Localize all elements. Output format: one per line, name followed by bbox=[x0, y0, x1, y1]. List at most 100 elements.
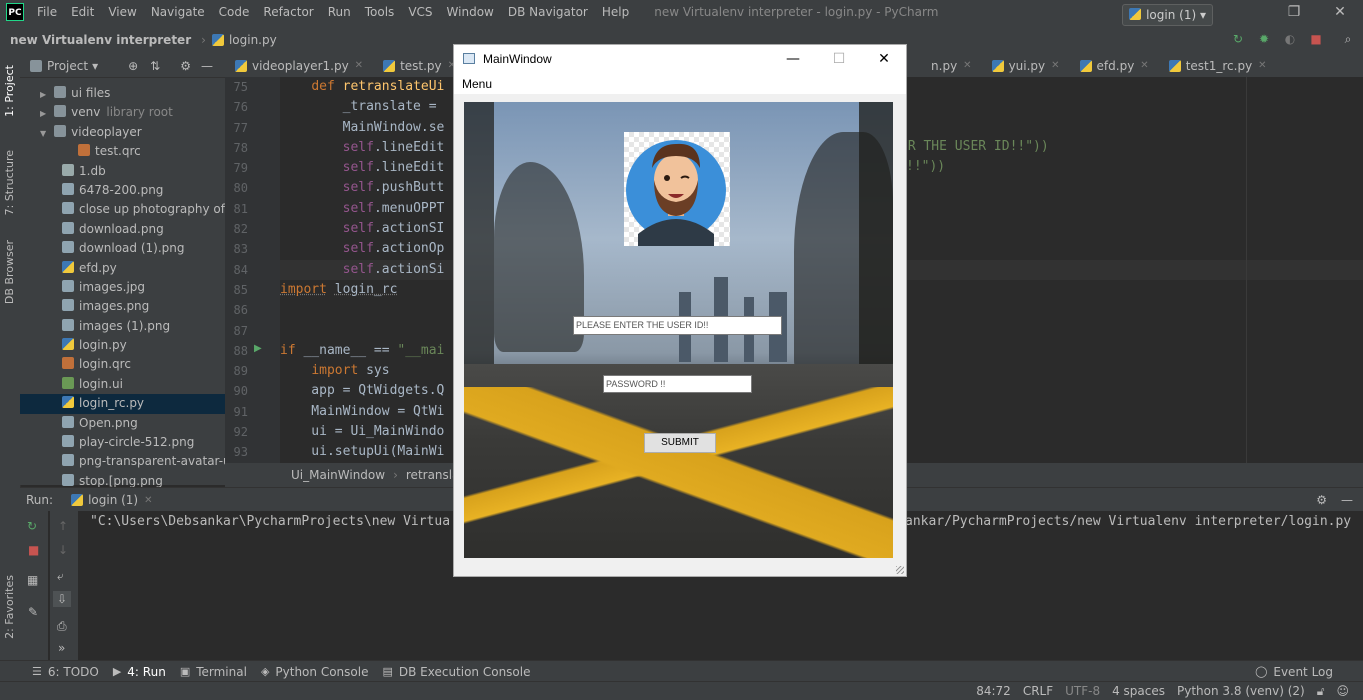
tree-item[interactable]: download.png bbox=[20, 220, 225, 239]
menu-view[interactable]: View bbox=[101, 0, 143, 24]
close-icon[interactable]: ✕ bbox=[355, 55, 363, 77]
close-icon[interactable]: ✕ bbox=[1258, 55, 1266, 77]
tab-python-console[interactable]: ◈ Python Console bbox=[261, 665, 369, 679]
chevron-down-icon[interactable]: ▼ bbox=[40, 129, 46, 138]
minimize-icon[interactable]: — bbox=[1341, 493, 1353, 507]
status-position[interactable]: 84:72 bbox=[976, 684, 1011, 698]
submit-button[interactable]: SUBMIT bbox=[644, 433, 716, 453]
more-icon[interactable]: » bbox=[58, 641, 65, 655]
tab-event-log[interactable]: ◯ Event Log bbox=[1255, 665, 1333, 679]
tree-item[interactable]: images (1).png bbox=[20, 317, 225, 336]
chevron-down-icon[interactable]: ▾ bbox=[92, 59, 98, 73]
tree-item[interactable]: ▼ videoplayer bbox=[20, 123, 225, 142]
arrow-down-icon[interactable]: ↓ bbox=[58, 543, 68, 557]
debug-icon[interactable]: ✹ bbox=[1256, 31, 1272, 47]
qt-menu[interactable]: Menu bbox=[462, 74, 492, 94]
editor-tab[interactable]: videoplayer1.py ✕ bbox=[225, 55, 373, 77]
menu-tools[interactable]: Tools bbox=[358, 0, 402, 24]
tab-todo[interactable]: ☰ 6: TODO bbox=[32, 665, 99, 679]
tree-item[interactable]: ▶ venv library root bbox=[20, 103, 225, 122]
menu-db-navigator[interactable]: DB Navigator bbox=[501, 0, 595, 24]
tree-item[interactable]: download (1).png bbox=[20, 239, 225, 258]
menu-refactor[interactable]: Refactor bbox=[256, 0, 320, 24]
close-icon[interactable]: ✕ bbox=[1051, 55, 1059, 77]
tree-item[interactable]: 6478-200.png bbox=[20, 181, 225, 200]
coverage-icon[interactable]: ◐ bbox=[1282, 31, 1298, 47]
inspector-icon[interactable]: ☺ bbox=[1336, 684, 1349, 698]
lock-icon[interactable]: 🔓︎ bbox=[1317, 684, 1325, 699]
gear-icon[interactable]: ⚙ bbox=[1316, 493, 1327, 507]
tree-item[interactable]: close up photography of r bbox=[20, 200, 225, 219]
scroll-to-end-icon[interactable]: ⇩ bbox=[53, 591, 72, 607]
chevron-right-icon[interactable]: ▶ bbox=[40, 109, 46, 118]
run-tab[interactable]: login (1) bbox=[88, 493, 138, 507]
gear-icon[interactable]: ⚙ bbox=[180, 59, 191, 73]
tab-db-browser[interactable]: DB Browser bbox=[3, 240, 16, 304]
status-encoding[interactable]: UTF-8 bbox=[1065, 684, 1100, 698]
tree-item[interactable]: images.png bbox=[20, 297, 225, 316]
minimize-icon[interactable]: — bbox=[201, 59, 213, 73]
close-icon[interactable]: ✕ bbox=[963, 55, 971, 77]
tree-item[interactable]: login.ui bbox=[20, 375, 225, 394]
tree-item[interactable]: efd.py bbox=[20, 259, 225, 278]
restore-icon[interactable]: ❐ bbox=[1271, 0, 1317, 24]
status-interpreter[interactable]: Python 3.8 (venv) (2) bbox=[1177, 684, 1305, 698]
tree-item[interactable]: images.jpg bbox=[20, 278, 225, 297]
menu-vcs[interactable]: VCS bbox=[401, 0, 439, 24]
tree-item[interactable]: test.qrc bbox=[20, 142, 225, 161]
editor-tab[interactable]: yui.py ✕ bbox=[982, 55, 1070, 77]
stop-icon[interactable]: ■ bbox=[1308, 31, 1324, 47]
tree-item[interactable]: png-transparent-avatar-use bbox=[20, 452, 225, 471]
menu-edit[interactable]: Edit bbox=[64, 0, 101, 24]
size-grip-icon[interactable] bbox=[896, 566, 904, 574]
close-icon[interactable]: ✕ bbox=[144, 495, 152, 506]
breadcrumb-class[interactable]: Ui_MainWindow bbox=[291, 468, 385, 482]
tab-run[interactable]: ▶ 4: Run bbox=[113, 665, 166, 679]
menu-help[interactable]: Help bbox=[595, 0, 636, 24]
layout-icon[interactable]: ▦ bbox=[27, 573, 38, 587]
editor-tab[interactable]: n.py ✕ bbox=[921, 55, 982, 77]
tab-project[interactable]: 1: Project bbox=[3, 65, 16, 117]
project-panel-title[interactable]: Project bbox=[47, 59, 88, 73]
password-field[interactable]: PASSWORD !! bbox=[603, 375, 752, 393]
close-icon[interactable]: ✕ bbox=[1140, 55, 1148, 77]
tab-db-execution-console[interactable]: ▤ DB Execution Console bbox=[382, 665, 530, 679]
run-gutter-icon[interactable]: ▶ bbox=[254, 343, 262, 354]
pin-icon[interactable]: ✎ bbox=[28, 605, 38, 619]
collapse-icon[interactable]: ⇅ bbox=[150, 59, 160, 73]
tree-item[interactable]: login_rc.py bbox=[20, 394, 225, 414]
run-config-dropdown[interactable]: login (1) ▾ bbox=[1122, 4, 1213, 26]
menu-run[interactable]: Run bbox=[321, 0, 358, 24]
tab-terminal[interactable]: ▣ Terminal bbox=[180, 665, 247, 679]
chevron-right-icon[interactable]: ▶ bbox=[40, 90, 46, 99]
locate-icon[interactable]: ⊕ bbox=[128, 59, 138, 73]
print-icon[interactable]: ⎙ bbox=[57, 619, 67, 634]
menu-window[interactable]: Window bbox=[440, 0, 501, 24]
tab-structure[interactable]: 7: Structure bbox=[3, 150, 16, 215]
menu-navigate[interactable]: Navigate bbox=[144, 0, 212, 24]
maximize-icon[interactable]: ☐ bbox=[816, 45, 862, 74]
tree-item[interactable]: play-circle-512.png bbox=[20, 433, 225, 452]
editor-tab[interactable]: test1_rc.py ✕ bbox=[1159, 55, 1277, 77]
arrow-up-icon[interactable]: ↑ bbox=[58, 519, 68, 533]
tree-item[interactable]: 1.db bbox=[20, 162, 225, 181]
user-id-field[interactable]: PLEASE ENTER THE USER ID!! bbox=[573, 316, 782, 335]
rerun-icon[interactable]: ↻ bbox=[1230, 31, 1246, 47]
minimize-icon[interactable]: — bbox=[770, 45, 816, 74]
stop-icon[interactable]: ■ bbox=[28, 543, 39, 557]
status-indent[interactable]: 4 spaces bbox=[1112, 684, 1165, 698]
search-icon[interactable]: ⌕ bbox=[1340, 31, 1356, 47]
breadcrumb-project[interactable]: new Virtualenv interpreter bbox=[10, 33, 191, 47]
menu-file[interactable]: File bbox=[30, 0, 64, 24]
menu-code[interactable]: Code bbox=[212, 0, 257, 24]
rerun-icon[interactable]: ↻ bbox=[27, 519, 37, 533]
tree-item[interactable]: Open.png bbox=[20, 414, 225, 433]
close-icon[interactable]: ✕ bbox=[861, 45, 907, 74]
status-line-separator[interactable]: CRLF bbox=[1023, 684, 1053, 698]
tab-favorites[interactable]: 2: Favorites bbox=[3, 575, 16, 639]
editor-tab[interactable]: efd.py ✕ bbox=[1070, 55, 1159, 77]
breadcrumb-file[interactable]: login.py bbox=[229, 33, 277, 47]
tree-item[interactable]: login.qrc bbox=[20, 355, 225, 374]
soft-wrap-icon[interactable]: ⤶ bbox=[57, 569, 64, 584]
close-icon[interactable]: ✕ bbox=[1317, 0, 1363, 24]
